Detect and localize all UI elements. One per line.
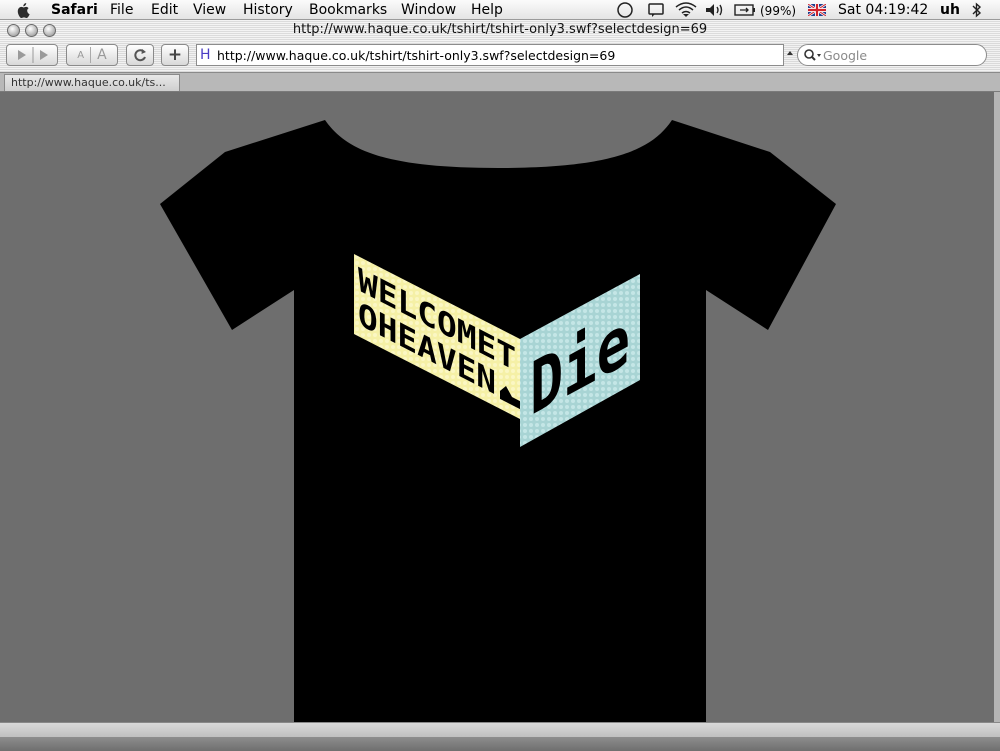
menu-app-name[interactable]: Safari <box>51 1 98 19</box>
window-title: http://www.haque.co.uk/tshirt/tshirt-onl… <box>292 22 708 37</box>
site-favicon-icon: H <box>200 47 211 63</box>
menu-history[interactable]: History <box>243 1 293 19</box>
address-bar[interactable]: H <box>196 44 784 66</box>
battery-icon[interactable] <box>734 3 756 17</box>
forward-button[interactable] <box>40 50 48 60</box>
ichat-status-icon[interactable] <box>647 2 665 18</box>
menu-edit[interactable]: Edit <box>151 1 178 19</box>
reload-icon <box>134 49 146 62</box>
menu-file[interactable]: File <box>110 1 133 19</box>
address-dropdown-icon[interactable] <box>786 50 794 62</box>
tshirt-design-canvas[interactable]: WELCOMET OHEAVEN Die <box>0 92 994 722</box>
browser-toolbar: A A + H <box>0 42 1000 72</box>
address-input[interactable] <box>217 45 777 65</box>
back-forward-control <box>6 44 58 66</box>
back-button[interactable] <box>18 50 26 60</box>
apple-menu-icon[interactable] <box>15 1 33 19</box>
search-box[interactable] <box>797 44 987 66</box>
battery-percentage: (99%) <box>760 4 797 18</box>
menu-bar: Safari File Edit View History Bookmarks … <box>0 0 1000 20</box>
sync-status-icon[interactable] <box>616 2 634 18</box>
menu-window[interactable]: Window <box>401 1 456 19</box>
reload-button[interactable] <box>126 44 154 66</box>
tshirt-shape <box>160 120 836 722</box>
window-bottom-bar <box>0 722 1000 751</box>
search-icon[interactable] <box>803 48 823 64</box>
text-bigger-button[interactable]: A <box>97 47 107 63</box>
menu-view[interactable]: View <box>193 1 226 19</box>
bluetooth-icon[interactable] <box>971 2 983 18</box>
text-smaller-button[interactable]: A <box>77 50 84 61</box>
search-input[interactable] <box>823 45 981 65</box>
tab-current-page[interactable]: http://www.haque.co.uk/ts... <box>4 74 180 91</box>
window-right-edge <box>994 92 1000 742</box>
add-bookmark-button[interactable]: + <box>161 44 189 66</box>
menu-bookmarks[interactable]: Bookmarks <box>309 1 387 19</box>
wifi-icon[interactable] <box>675 2 697 18</box>
text-size-control: A A <box>66 44 118 66</box>
uk-flag-icon[interactable] <box>808 4 826 16</box>
menubar-clock[interactable]: Sat 04:19:42 <box>838 1 928 19</box>
page-content: WELCOMET OHEAVEN Die <box>0 92 994 722</box>
title-bar[interactable]: http://www.haque.co.uk/tshirt/tshirt-onl… <box>0 20 1000 42</box>
tab-bar: http://www.haque.co.uk/ts... <box>0 72 1000 92</box>
menubar-user[interactable]: uh <box>940 1 960 19</box>
volume-icon[interactable] <box>704 2 726 18</box>
browser-window: http://www.haque.co.uk/tshirt/tshirt-onl… <box>0 20 1000 751</box>
menu-help[interactable]: Help <box>471 1 503 19</box>
